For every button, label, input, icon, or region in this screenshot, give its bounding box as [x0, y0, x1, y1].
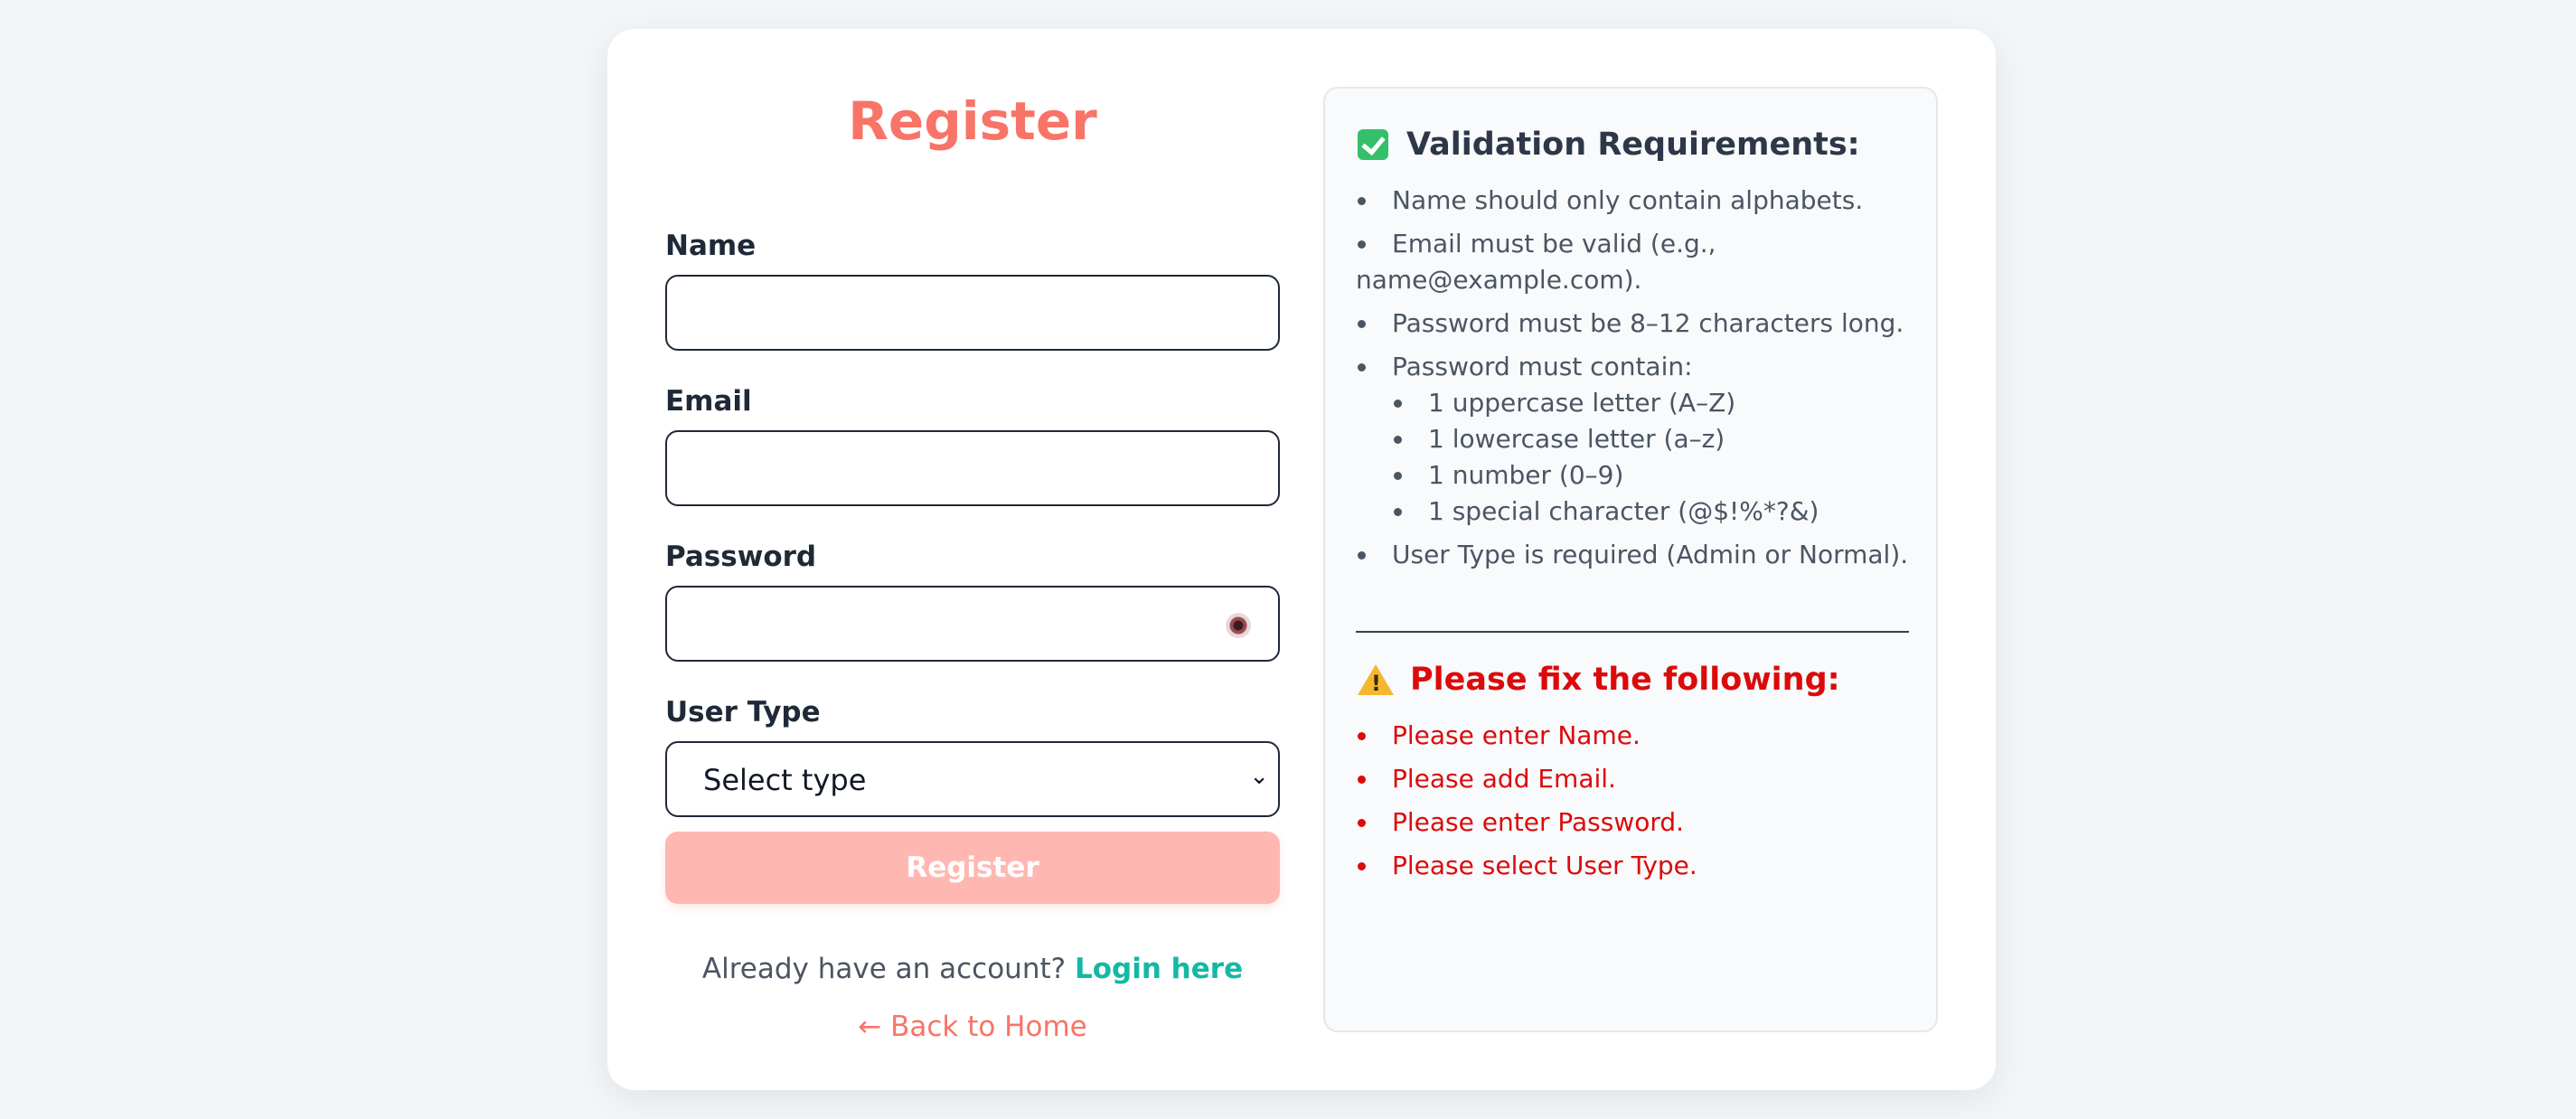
requirements-heading-text: Validation Requirements: — [1406, 127, 1860, 163]
bullet — [1358, 862, 1366, 870]
email-input[interactable] — [665, 430, 1280, 506]
user-type-select[interactable]: Select type ⌄ — [665, 741, 1280, 817]
back-to-home-link[interactable]: ← Back to Home — [665, 1011, 1280, 1043]
warning-icon — [1358, 664, 1394, 696]
user-type-selected-value: Select type — [703, 763, 867, 797]
divider — [1356, 631, 1909, 633]
bullet — [1358, 363, 1366, 371]
password-label: Password — [665, 541, 817, 573]
bullet — [1358, 320, 1366, 328]
bullet — [1394, 472, 1402, 480]
email-label: Email — [665, 385, 752, 418]
bullet — [1358, 197, 1366, 205]
errors-heading-text: Please fix the following: — [1410, 662, 1840, 698]
page-title: Register — [848, 90, 1097, 152]
validation-panel: Validation Requirements: Name should onl… — [1323, 87, 1938, 1032]
bullet — [1358, 776, 1366, 784]
bullet — [1358, 732, 1366, 740]
errors-heading: Please fix the following: — [1358, 662, 1840, 698]
check-box-icon — [1358, 129, 1388, 160]
register-card: Register Name Email Password User Type S… — [607, 29, 1996, 1090]
password-input[interactable] — [665, 586, 1280, 662]
name-label: Name — [665, 230, 757, 262]
bullet — [1358, 819, 1366, 827]
register-button[interactable]: Register — [665, 832, 1280, 904]
name-input[interactable] — [665, 275, 1280, 351]
bullet — [1358, 551, 1366, 560]
bullet — [1394, 400, 1402, 408]
bullet — [1358, 240, 1366, 249]
login-link[interactable]: Login here — [1075, 953, 1243, 985]
requirements-heading: Validation Requirements: — [1358, 127, 1860, 163]
bullet — [1394, 508, 1402, 516]
login-prompt-text: Already have an account? — [701, 953, 1067, 985]
chevron-down-icon: ⌄ — [1249, 763, 1269, 790]
login-prompt-line: Already have an account? Login here — [665, 953, 1280, 985]
bullet — [1394, 436, 1402, 444]
eye-icon[interactable] — [1226, 613, 1251, 638]
user-type-label: User Type — [665, 696, 821, 729]
